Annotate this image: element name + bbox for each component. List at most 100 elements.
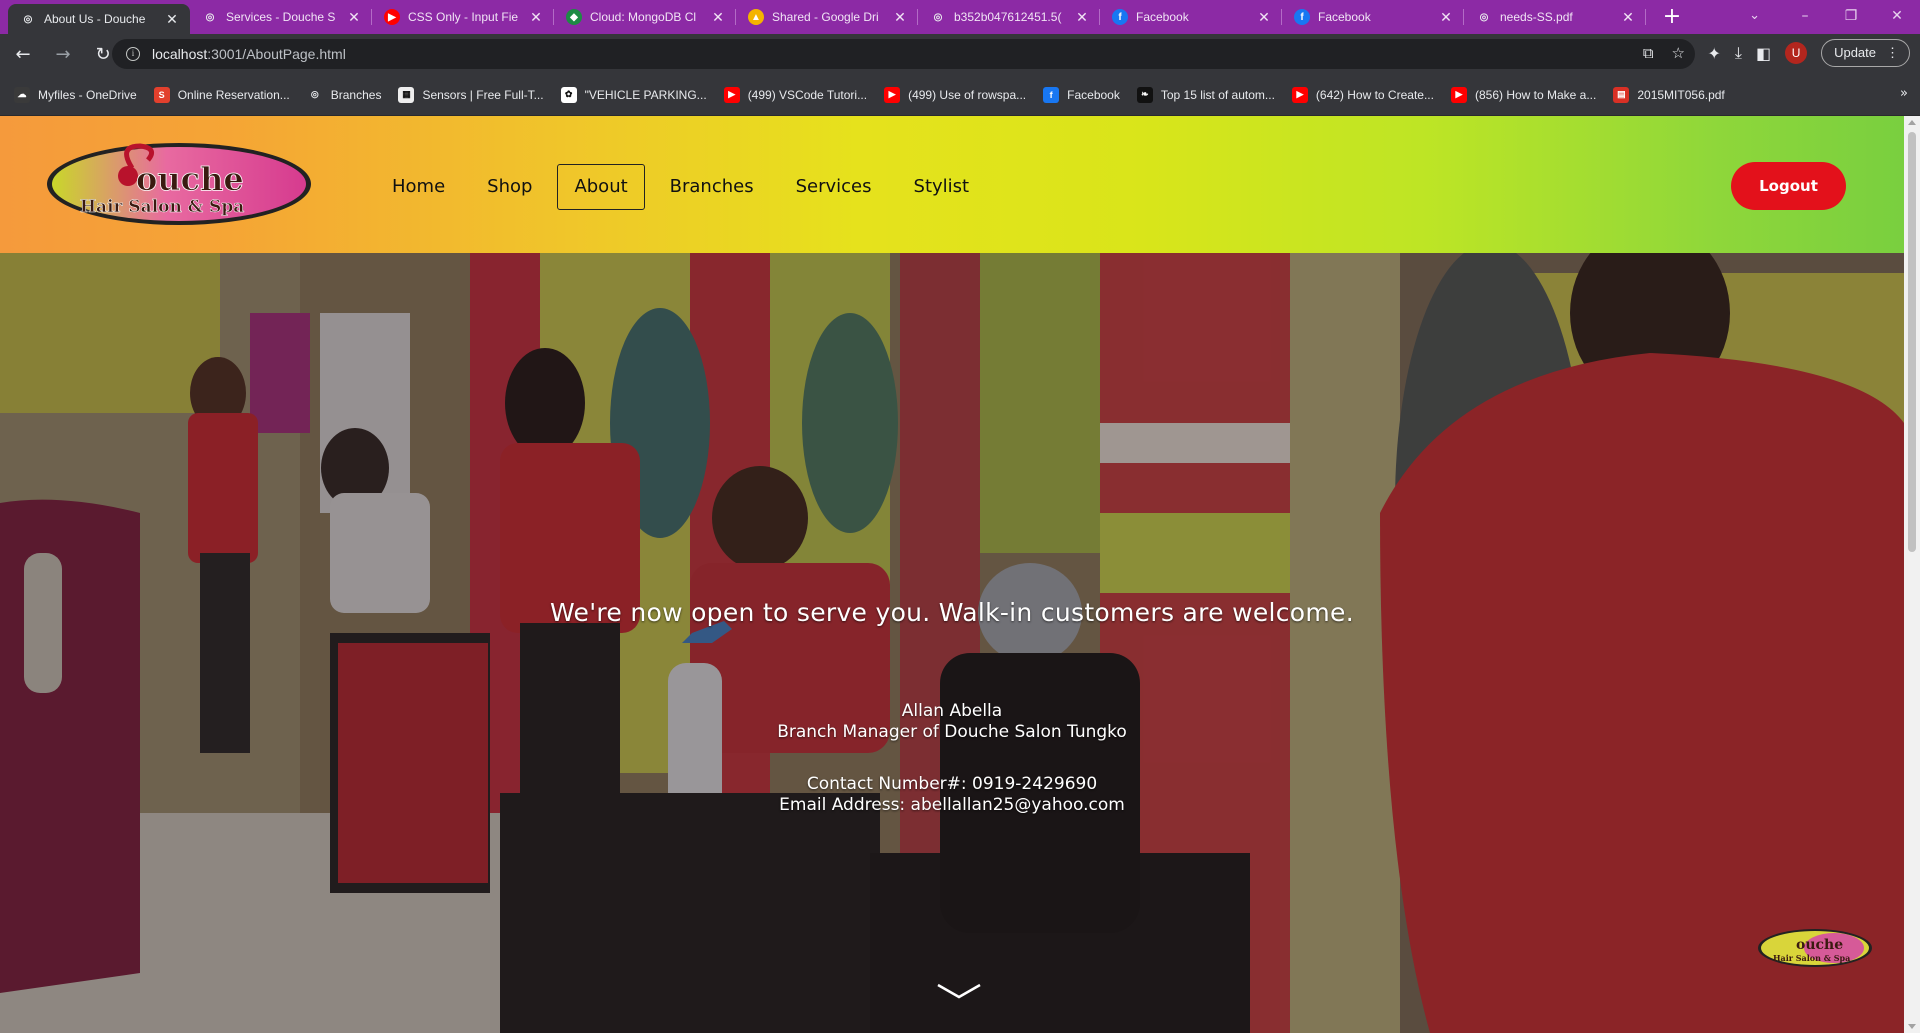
nav-link-about[interactable]: About — [557, 164, 645, 210]
side-panel-icon[interactable]: ◧ — [1756, 44, 1771, 63]
browser-tab[interactable]: ◎ About Us - Douche ✕ — [8, 4, 190, 34]
bookmarks-overflow-icon[interactable]: » — [1900, 86, 1908, 101]
bookmark-item[interactable]: ▶ (499) Use of rowspa... — [884, 86, 1027, 103]
page-viewport: ouche Hair Salon & Spa Home Shop About Bran… — [0, 116, 1904, 1033]
bookmark-item[interactable]: ▤ 2015MIT056.pdf — [1613, 86, 1725, 103]
page-scrollbar[interactable] — [1904, 116, 1920, 1033]
floating-logo[interactable]: ouche Hair Salon & Spa — [1756, 927, 1874, 969]
update-button[interactable]: Update ⋮ — [1821, 39, 1910, 67]
bookmark-list: ☁ Myfiles - OneDrive S Online Reservation..… — [14, 86, 1742, 103]
bookmark-label: (642) How to Create... — [1315, 87, 1434, 102]
nav-link-branches[interactable]: Branches — [653, 164, 771, 210]
bird-icon: ❧ — [1136, 86, 1153, 103]
restore-icon[interactable]: ❐ — [1828, 0, 1874, 34]
browser-tab[interactable]: ▶ CSS Only - Input Fie ✕ — [372, 0, 554, 34]
scroll-down-chevron-icon[interactable] — [936, 981, 982, 1001]
hero-section: We're now open to serve you. Walk-in cus… — [0, 253, 1904, 1033]
close-tab-icon[interactable]: ✕ — [346, 9, 362, 26]
minimize-icon[interactable]: – — [1782, 0, 1828, 34]
browser-tab[interactable]: f Facebook ✕ — [1100, 0, 1282, 34]
nav-link-stylist[interactable]: Stylist — [897, 164, 987, 210]
url-text[interactable]: localhost:3001/AboutPage.html — [152, 46, 346, 62]
bookmark-label: Myfiles - OneDrive — [38, 87, 137, 102]
email-address: Email Address: abellallan25@yahoo.com — [779, 795, 1125, 815]
tab-search-icon[interactable]: ⌄ — [1749, 0, 1760, 32]
bookmark-label: (499) Use of rowspa... — [908, 87, 1027, 102]
toolbar-right: ✦ ⤓ ◧ U Update ⋮ — [1707, 39, 1910, 67]
tab-list: ◎ About Us - Douche ✕ ◎ Services - Douche S ✕… — [0, 0, 1646, 34]
bookmark-label: Sensors | Free Full-T... — [422, 87, 544, 102]
youtube-icon: ▶ — [1291, 86, 1308, 103]
close-tab-icon[interactable]: ✕ — [1438, 9, 1454, 26]
bookmark-item[interactable]: S Online Reservation... — [153, 86, 290, 103]
browser-tab[interactable]: ◎ b352b047612451.5(✕ — [918, 0, 1100, 34]
bookmark-label: Top 15 list of autom... — [1160, 87, 1275, 102]
close-tab-icon[interactable]: ✕ — [710, 9, 726, 26]
bookmark-label: Online Reservation... — [177, 87, 290, 102]
mini-logo-text-top: ouche — [1796, 937, 1843, 953]
back-arrow-icon[interactable]: ← — [6, 37, 40, 71]
bookmark-item[interactable]: ▶ (499) VSCode Tutori... — [723, 86, 867, 103]
browser-tab[interactable]: ◎ needs-SS.pdf ✕ — [1464, 0, 1646, 34]
close-window-icon[interactable]: ✕ — [1874, 0, 1920, 34]
bookmark-label: Facebook — [1067, 87, 1120, 102]
onedrive-icon: ☁ — [14, 86, 30, 103]
bookmark-item[interactable]: ▶ (856) How to Make a... — [1450, 86, 1597, 103]
bookmark-label: (856) How to Make a... — [1474, 87, 1597, 102]
bookmark-item[interactable]: f Facebook — [1043, 86, 1120, 103]
forward-arrow-icon[interactable]: → — [46, 37, 80, 71]
nav-link-services[interactable]: Services — [779, 164, 889, 210]
bookmark-item[interactable]: ▦ Sensors | Free Full-T... — [398, 86, 544, 103]
browser-tab-strip: ◎ About Us - Douche ✕ ◎ Services - Douche S ✕… — [0, 0, 1920, 34]
logout-button[interactable]: Logout — [1731, 162, 1846, 210]
bookmark-label: 2015MIT056.pdf — [1637, 87, 1725, 102]
logo-text-bottom: Hair Salon & Spa — [80, 197, 244, 217]
nav-link-shop[interactable]: Shop — [470, 164, 549, 210]
youtube-icon: ▶ — [1450, 86, 1467, 103]
site-info-icon[interactable]: i — [126, 47, 140, 61]
globe-icon: ◎ — [310, 89, 319, 99]
globe-icon: ◎ — [933, 11, 943, 23]
downloads-icon[interactable]: ⤓ — [1735, 43, 1742, 63]
facebook-icon: f — [1294, 9, 1310, 25]
youtube-icon: ▶ — [384, 9, 400, 25]
close-tab-icon[interactable]: ✕ — [164, 11, 180, 28]
tab-title: Shared - Google Dri — [772, 10, 879, 24]
close-tab-icon[interactable]: ✕ — [892, 9, 908, 26]
close-tab-icon[interactable]: ✕ — [1074, 9, 1090, 26]
bookmark-item[interactable]: ☁ Myfiles - OneDrive — [14, 86, 137, 103]
close-tab-icon[interactable]: ✕ — [1620, 9, 1636, 26]
share-icon[interactable]: ⧉ — [1643, 44, 1654, 62]
bookmark-item[interactable]: ◎ Branches — [307, 87, 382, 103]
profile-avatar[interactable]: U — [1785, 42, 1808, 64]
close-tab-icon[interactable]: ✕ — [528, 9, 544, 26]
scroll-down-arrow-icon[interactable] — [1908, 1024, 1916, 1029]
s-icon: S — [153, 86, 170, 103]
bookmarks-bar: ☁ Myfiles - OneDrive S Online Reservation..… — [0, 74, 1920, 116]
browser-tab[interactable]: f Facebook ✕ — [1282, 0, 1464, 34]
window-controls: – ❐ ✕ — [1782, 0, 1920, 34]
manager-info: Allan Abella Branch Manager of Douche Sa… — [0, 701, 1904, 743]
bookmark-item[interactable]: ▶ (642) How to Create... — [1291, 86, 1434, 103]
tab-title: Cloud: MongoDB Cl — [590, 10, 697, 24]
omnibox-actions: ⧉ ☆ — [1643, 44, 1685, 62]
scroll-up-arrow-icon[interactable] — [1908, 120, 1916, 125]
extensions-puzzle-icon[interactable]: ✦ — [1707, 44, 1720, 63]
douche-logo[interactable]: ouche Hair Salon & Spa — [44, 140, 314, 228]
bookmark-item[interactable]: ✿ "VEHICLE PARKING... — [560, 86, 707, 103]
close-tab-icon[interactable]: ✕ — [1256, 9, 1272, 26]
mongodb-icon: ◆ — [566, 9, 582, 25]
browser-tab[interactable]: ◆ Cloud: MongoDB Cl ✕ — [554, 0, 736, 34]
logo-text-top: ouche — [136, 160, 244, 198]
journal-icon: ▦ — [398, 86, 415, 103]
address-bar[interactable]: i localhost:3001/AboutPage.html ⧉ ☆ — [112, 39, 1695, 69]
bookmark-item[interactable]: ❧ Top 15 list of autom... — [1136, 86, 1275, 103]
browser-tab[interactable]: ◎ Services - Douche S ✕ — [190, 0, 372, 34]
browser-tab[interactable]: ▲ Shared - Google Dri ✕ — [736, 0, 918, 34]
scrollbar-thumb[interactable] — [1908, 132, 1916, 552]
new-tab-button[interactable]: + — [1654, 0, 1690, 34]
nav-link-home[interactable]: Home — [375, 164, 462, 210]
bookmark-label: "VEHICLE PARKING... — [584, 87, 707, 102]
bookmark-star-icon[interactable]: ☆ — [1672, 44, 1685, 62]
globe-icon: ◎ — [1479, 11, 1489, 23]
